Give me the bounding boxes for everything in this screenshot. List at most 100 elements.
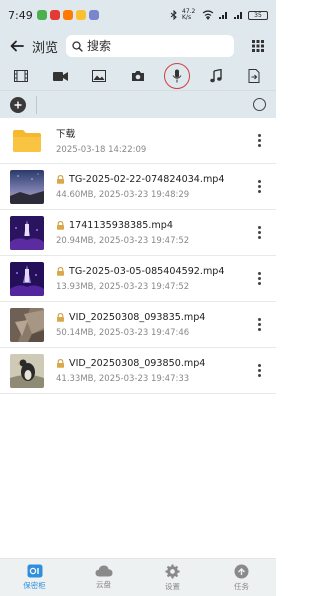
rock-thumbnail-image bbox=[10, 307, 44, 342]
grid-view-button[interactable] bbox=[248, 36, 268, 56]
page-title: 浏览 bbox=[32, 40, 59, 56]
list-item-folder[interactable]: 下载 2025-03-18 14:22:09 bbox=[0, 118, 276, 164]
film-strip-icon bbox=[14, 70, 29, 82]
more-vert-icon bbox=[257, 318, 261, 321]
nav-item-tasks[interactable]: 任务 bbox=[207, 559, 276, 596]
list-item-video[interactable]: 1741135938385.mp4 20.94MB, 2025-03-23 19… bbox=[0, 210, 276, 256]
nav-label: 保密柜 bbox=[23, 581, 46, 590]
music-note-icon bbox=[209, 69, 222, 83]
wifi-icon bbox=[202, 10, 214, 20]
more-vert-icon bbox=[257, 272, 261, 275]
cloud-icon bbox=[95, 565, 112, 577]
list-item-video[interactable]: TG-2025-02-22-074824034.mp4 44.60MB, 202… bbox=[0, 164, 276, 210]
status-time: 7:49 bbox=[8, 8, 33, 22]
file-name: 下载 bbox=[56, 129, 76, 140]
more-vert-icon bbox=[257, 134, 261, 137]
file-name: TG-2025-03-05-085404592.mp4 bbox=[69, 265, 225, 277]
bird-thumbnail-image bbox=[10, 353, 44, 388]
file-info: VID_20250308_093850.mp4 41.33MB, 2025-03… bbox=[56, 358, 252, 384]
file-name: VID_20250308_093850.mp4 bbox=[69, 357, 206, 369]
file-name: TG-2025-02-22-074824034.mp4 bbox=[69, 173, 225, 185]
lock-icon bbox=[57, 174, 64, 184]
more-options-button[interactable] bbox=[252, 175, 266, 199]
phone-app-icon bbox=[36, 10, 47, 20]
search-icon bbox=[72, 40, 83, 52]
more-options-button[interactable] bbox=[252, 359, 266, 383]
category-audio[interactable] bbox=[162, 63, 192, 89]
weibo-app-icon bbox=[49, 10, 60, 20]
notification-icons bbox=[36, 10, 99, 20]
nav-item-cloud[interactable]: 云盘 bbox=[69, 559, 138, 596]
list-item-video[interactable]: VID_20250308_093850.mp4 41.33MB, 2025-03… bbox=[0, 348, 276, 394]
purple-crowd-thumbnail-image bbox=[10, 261, 44, 296]
folder-icon bbox=[13, 129, 41, 152]
battery-indicator: 35 bbox=[248, 10, 268, 20]
file-meta: 2025-03-18 14:22:09 bbox=[56, 145, 147, 155]
more-vert-icon bbox=[257, 364, 261, 367]
category-music[interactable] bbox=[201, 63, 231, 89]
search-input[interactable] bbox=[87, 39, 217, 53]
tasks-icon bbox=[234, 564, 249, 578]
arrow-left-icon bbox=[10, 40, 24, 52]
lock-icon bbox=[57, 266, 64, 276]
video-thumbnail bbox=[10, 307, 44, 342]
header: 浏览 bbox=[0, 30, 276, 62]
bluetooth-icon bbox=[170, 10, 177, 20]
category-other[interactable] bbox=[239, 63, 269, 89]
status-right: 47.2 K/s 35 bbox=[170, 9, 268, 21]
category-camera[interactable] bbox=[123, 63, 153, 89]
network-speed: 47.2 K/s bbox=[182, 8, 196, 21]
select-all-radio[interactable] bbox=[253, 98, 266, 111]
toolbar bbox=[0, 90, 276, 118]
more-vert-icon bbox=[257, 180, 261, 183]
file-info: VID_20250308_093835.mp4 50.14MB, 2025-03… bbox=[56, 312, 252, 338]
file-name: 1741135938385.mp4 bbox=[69, 219, 173, 231]
lock-icon bbox=[57, 358, 64, 368]
nav-label: 任务 bbox=[234, 581, 249, 591]
nav-label: 设置 bbox=[165, 581, 180, 591]
grid-icon bbox=[252, 40, 264, 52]
toolbar-divider bbox=[36, 95, 37, 114]
more-options-button[interactable] bbox=[252, 313, 266, 337]
category-video[interactable] bbox=[45, 63, 75, 89]
lock-icon bbox=[57, 220, 64, 230]
file-info: TG-2025-02-22-074824034.mp4 44.60MB, 202… bbox=[56, 174, 252, 200]
video-camera-icon bbox=[52, 71, 68, 81]
category-image[interactable] bbox=[84, 63, 114, 89]
nav-item-settings[interactable]: 设置 bbox=[138, 559, 207, 596]
camera-icon bbox=[131, 71, 144, 81]
file-meta: 44.60MB, 2025-03-23 19:48:29 bbox=[56, 189, 190, 200]
file-info: TG-2025-03-05-085404592.mp4 13.93MB, 202… bbox=[56, 266, 252, 292]
nav-item-vault[interactable]: 保密柜 bbox=[0, 559, 69, 596]
status-bar: 7:49 47.2 K/s 35 bbox=[0, 0, 276, 30]
taobao-app-icon bbox=[62, 10, 73, 20]
video-thumbnail bbox=[10, 215, 44, 250]
bottom-navigation: 保密柜 云盘 设置 任务 bbox=[0, 558, 276, 596]
more-options-button[interactable] bbox=[252, 267, 266, 291]
plus-icon bbox=[14, 101, 22, 108]
nav-label: 云盘 bbox=[96, 580, 111, 589]
more-options-button[interactable] bbox=[252, 129, 266, 153]
microphone-icon bbox=[172, 69, 182, 83]
more-options-button[interactable] bbox=[252, 221, 266, 245]
night-sky-thumbnail-image bbox=[10, 169, 44, 204]
list-item-video[interactable]: VID_20250308_093835.mp4 50.14MB, 2025-03… bbox=[0, 302, 276, 348]
search-box[interactable] bbox=[66, 35, 234, 57]
video-thumbnail bbox=[10, 169, 44, 204]
category-film[interactable] bbox=[6, 63, 36, 89]
file-list: 下载 2025-03-18 14:22:09 TG-2025-02-22-074… bbox=[0, 118, 276, 394]
file-info: 1741135938385.mp4 20.94MB, 2025-03-23 19… bbox=[56, 220, 252, 246]
lock-icon bbox=[57, 312, 64, 322]
file-meta: 50.14MB, 2025-03-23 19:47:46 bbox=[56, 327, 190, 338]
file-meta: 41.33MB, 2025-03-23 19:47:33 bbox=[56, 373, 190, 384]
file-meta: 13.93MB, 2025-03-23 19:47:52 bbox=[56, 281, 190, 292]
list-item-video[interactable]: TG-2025-03-05-085404592.mp4 13.93MB, 202… bbox=[0, 256, 276, 302]
top-area: 7:49 47.2 K/s 35 浏览 bbox=[0, 0, 276, 118]
back-button[interactable] bbox=[8, 37, 26, 55]
signal-icon bbox=[219, 12, 227, 19]
signal-2-icon bbox=[234, 12, 242, 19]
file-export-icon bbox=[248, 69, 260, 83]
add-button[interactable] bbox=[10, 96, 26, 113]
browser-app-icon bbox=[88, 10, 99, 20]
vault-icon bbox=[27, 564, 42, 578]
